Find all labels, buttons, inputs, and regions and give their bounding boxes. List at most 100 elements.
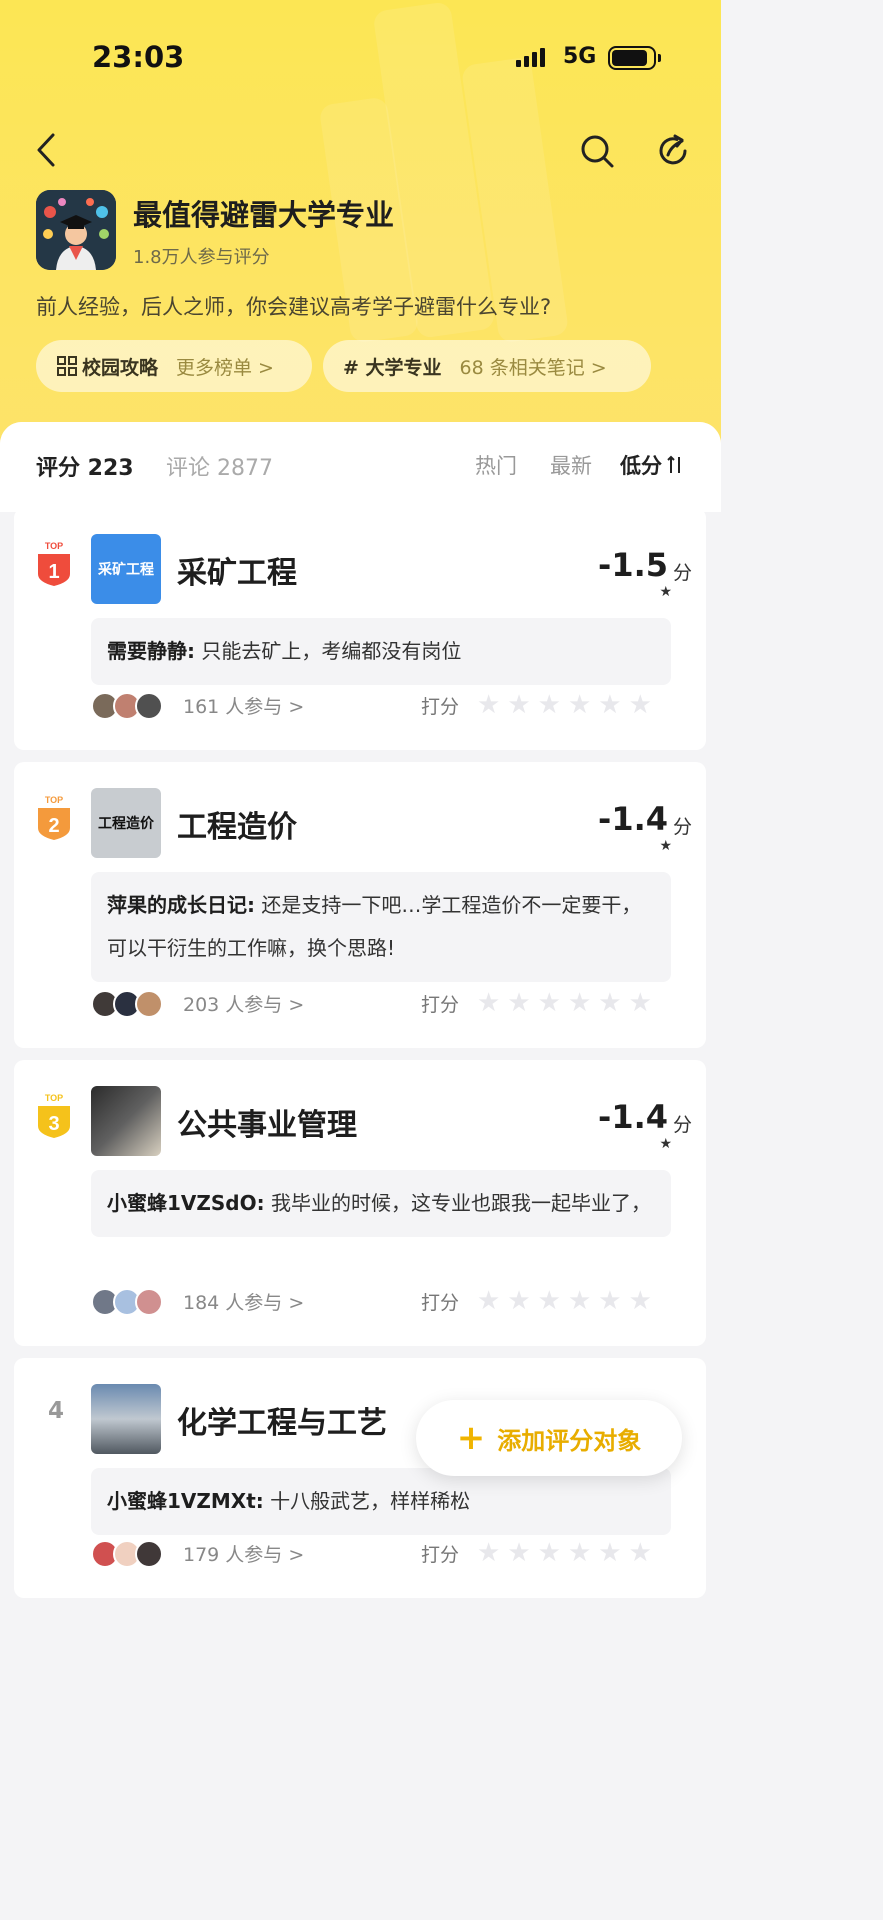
- rating-stars[interactable]: ★ ★ ★ ★ ★ ★: [477, 690, 652, 720]
- chip-label: # 大学专业: [343, 356, 442, 379]
- search-icon[interactable]: [578, 132, 616, 170]
- top-comment[interactable]: 小蜜蜂1VZMXt: 十八般武艺，样样稀松: [91, 1468, 671, 1535]
- top1-badge-icon: TOP 1: [38, 541, 70, 586]
- star-icon: ★: [507, 988, 531, 1018]
- star-icon: ★: [507, 690, 531, 720]
- item-thumbnail: 采矿工程: [91, 534, 161, 604]
- chip-link: 68 条相关笔记 >: [459, 356, 607, 379]
- item-score: -1.5: [598, 546, 668, 584]
- major-topic-chip[interactable]: # 大学专业 68 条相关笔记 >: [323, 340, 651, 392]
- star-icon: ★: [477, 1538, 501, 1568]
- comment-text: 十八般武艺，样样稀松: [270, 1489, 471, 1513]
- participants-link[interactable]: 179 人参与 >: [183, 1540, 304, 1567]
- participants-link[interactable]: 161 人参与 >: [183, 692, 304, 719]
- star-icon: ★: [628, 1286, 652, 1316]
- score-unit: 分: [672, 562, 692, 584]
- star-icon: ★: [477, 690, 501, 720]
- top-comment[interactable]: 萍果的成长日记: 还是支持一下吧…学工程造价不一定要干，可以干衍生的工作嘛，换个…: [91, 872, 671, 982]
- comment-text: 只能去矿上，考编都没有岗位: [201, 639, 462, 663]
- half-star-icon: ★: [659, 584, 672, 600]
- star-icon: ★: [537, 1538, 561, 1568]
- svg-text:3: 3: [48, 1113, 59, 1135]
- battery-icon: [608, 46, 661, 70]
- item-footer: 161 人参与 > 打分 ★ ★ ★ ★ ★ ★: [91, 690, 691, 724]
- status-time: 23:03: [92, 40, 185, 74]
- rating-stars[interactable]: ★ ★ ★ ★ ★ ★: [477, 988, 652, 1018]
- top-comment[interactable]: 需要静静: 只能去矿上，考编都没有岗位: [91, 618, 671, 685]
- svg-text:TOP: TOP: [45, 795, 63, 805]
- top2-badge-icon: TOP 2: [38, 795, 70, 840]
- item-footer: 203 人参与 > 打分 ★ ★ ★ ★ ★ ★: [91, 988, 691, 1022]
- star-icon: ★: [598, 690, 622, 720]
- star-icon: ★: [598, 988, 622, 1018]
- comment-user: 小蜜蜂1VZMXt:: [107, 1489, 264, 1513]
- rate-label: 打分: [421, 1292, 460, 1314]
- avatar-group: [91, 1540, 163, 1568]
- svg-text:TOP: TOP: [45, 541, 63, 551]
- rating-stars[interactable]: ★ ★ ★ ★ ★ ★: [477, 1538, 652, 1568]
- rating-stars[interactable]: ★ ★ ★ ★ ★ ★: [477, 1286, 652, 1316]
- comment-user: 小蜜蜂1VZSdO:: [107, 1191, 265, 1215]
- participants-link[interactable]: 203 人参与 >: [183, 990, 304, 1017]
- item-footer: 179 人参与 > 打分 ★ ★ ★ ★ ★ ★: [91, 1538, 691, 1572]
- star-icon: ★: [567, 690, 592, 720]
- item-name: 工程造价: [177, 810, 297, 845]
- star-icon: ★: [567, 1286, 592, 1316]
- fab-label: 添加评分对象: [497, 1426, 642, 1455]
- item-thumbnail: 工程造价: [91, 788, 161, 858]
- star-icon: ★: [598, 1538, 622, 1568]
- share-icon[interactable]: [654, 132, 692, 170]
- page-title: 最值得避雷大学专业: [133, 198, 395, 232]
- tab-bar: 评分 223 评论 2877 热门 最新 低分: [0, 422, 721, 512]
- item-score: -1.4: [598, 800, 668, 838]
- topic-icon: [36, 190, 116, 270]
- rate-label: 打分: [421, 696, 460, 718]
- score-unit: 分: [672, 1114, 692, 1136]
- tab-rating[interactable]: 评分 223: [36, 450, 134, 482]
- list-item[interactable]: 4 化学工程与工艺 小蜜蜂1VZMXt: 十八般武艺，样样稀松 179 人参与 …: [14, 1358, 706, 1598]
- signal-icon: [516, 48, 545, 67]
- list-item[interactable]: TOP 1 采矿工程 采矿工程 -1.5 分 ★ 需要静静: 只能去矿上，考编都…: [14, 508, 706, 750]
- svg-text:2: 2: [48, 815, 59, 837]
- rate-label: 打分: [421, 994, 460, 1016]
- sort-hot[interactable]: 热门: [475, 450, 517, 480]
- participants-count: 1.8万人参与评分: [133, 247, 270, 268]
- avatar-group: [91, 1288, 163, 1316]
- star-icon: ★: [628, 988, 652, 1018]
- add-rating-target-button[interactable]: + 添加评分对象: [416, 1400, 682, 1476]
- item-name: 采矿工程: [177, 556, 297, 591]
- star-icon: ★: [567, 1538, 592, 1568]
- star-icon: ★: [507, 1286, 531, 1316]
- header-banner: 23:03 5G 最值得避雷大学专业 1.8万人参与评分 前人经验，后人之师，你…: [0, 0, 721, 470]
- star-icon: ★: [477, 988, 501, 1018]
- star-icon: ★: [537, 988, 561, 1018]
- item-footer: 184 人参与 > 打分 ★ ★ ★ ★ ★ ★: [91, 1286, 691, 1320]
- star-icon: ★: [477, 1286, 501, 1316]
- half-star-icon: ★: [659, 838, 672, 854]
- participants-link[interactable]: 184 人参与 >: [183, 1288, 304, 1315]
- star-icon: ★: [628, 690, 652, 720]
- star-icon: ★: [598, 1286, 622, 1316]
- campus-guide-chip[interactable]: 校园攻略 更多榜单 >: [36, 340, 312, 392]
- rank-number: 4: [48, 1398, 65, 1424]
- score-unit: 分: [672, 816, 692, 838]
- tab-comments[interactable]: 评论 2877: [166, 450, 273, 482]
- star-icon: ★: [507, 1538, 531, 1568]
- top-comment[interactable]: 小蜜蜂1VZSdO: 我毕业的时候，这专业也跟我一起毕业了，: [91, 1170, 671, 1237]
- comment-text: 我毕业的时候，这专业也跟我一起毕业了，: [270, 1191, 651, 1215]
- item-thumbnail: [91, 1086, 161, 1156]
- content-panel: 评分 223 评论 2877 热门 最新 低分 TOP 1 采矿工程 采矿工程 …: [0, 422, 721, 1598]
- star-icon: ★: [537, 1286, 561, 1316]
- rate-label: 打分: [421, 1544, 460, 1566]
- sort-icon[interactable]: [667, 455, 683, 479]
- list-item[interactable]: TOP 2 工程造价 工程造价 -1.4 分 ★ 萍果的成长日记: 还是支持一下…: [14, 762, 706, 1048]
- list-item[interactable]: TOP 3 公共事业管理 -1.4 分 ★ 小蜜蜂1VZSdO: 我毕业的时候，…: [14, 1060, 706, 1346]
- sort-latest[interactable]: 最新: [550, 450, 592, 480]
- network-label: 5G: [563, 44, 597, 69]
- item-name: 化学工程与工艺: [177, 1406, 387, 1441]
- avatar-group: [91, 990, 163, 1018]
- chip-link: 更多榜单 >: [176, 356, 274, 379]
- avatar-group: [91, 692, 163, 720]
- back-arrow-icon[interactable]: [28, 132, 64, 168]
- sort-low[interactable]: 低分: [620, 450, 662, 480]
